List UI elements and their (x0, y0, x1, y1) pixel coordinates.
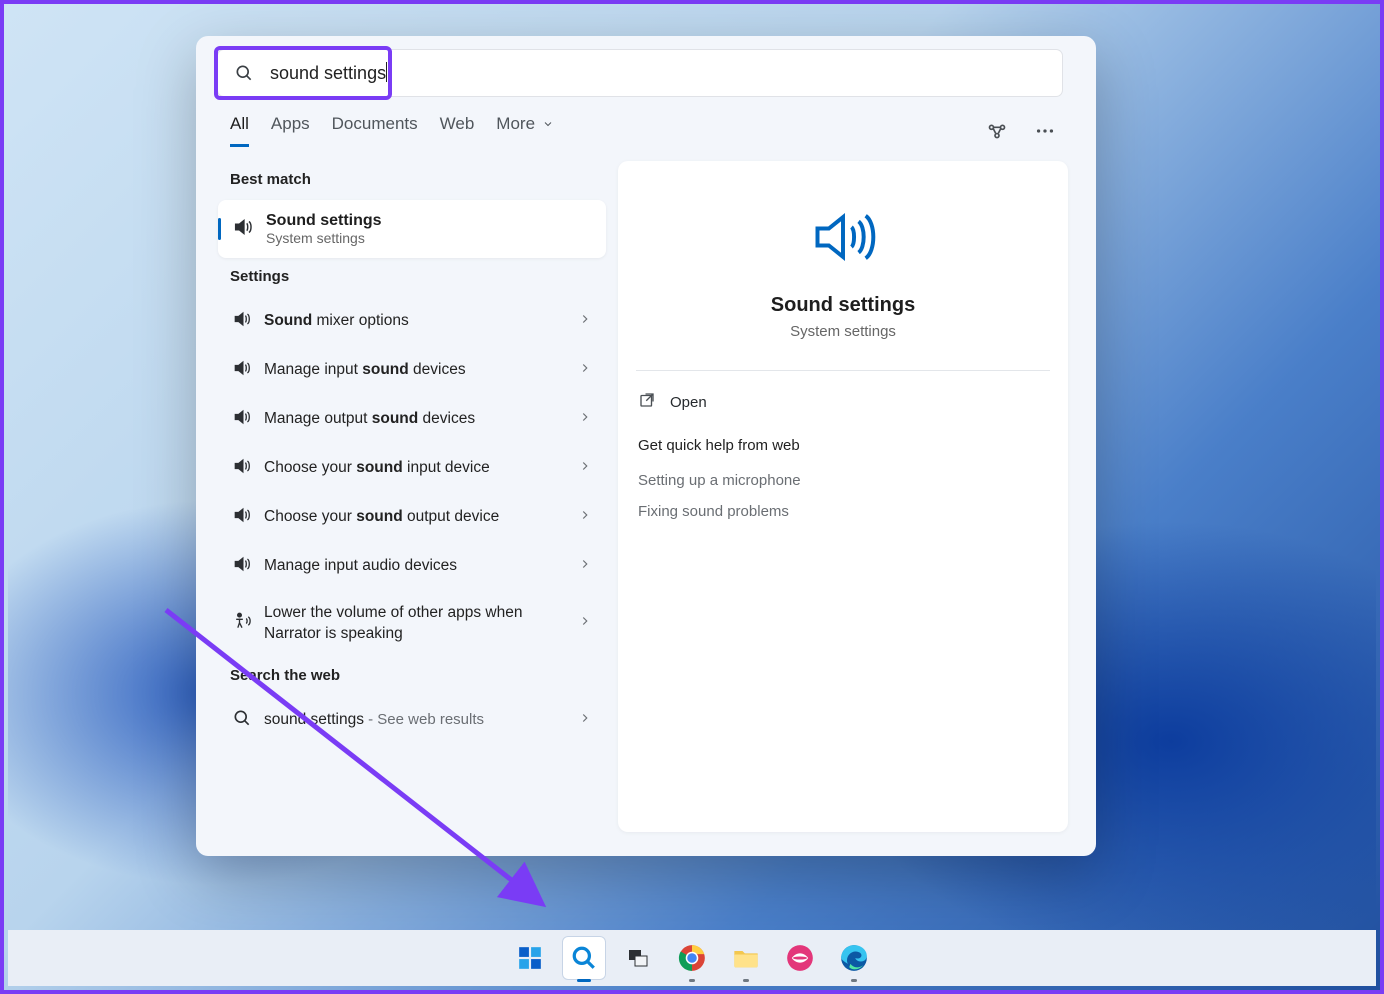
tab-documents[interactable]: Documents (332, 114, 418, 147)
speaker-icon (232, 358, 252, 383)
open-label: Open (670, 394, 707, 411)
best-match-title: Sound settings (266, 212, 382, 230)
search-icon (218, 63, 270, 83)
settings-heading: Settings (218, 258, 606, 297)
chevron-right-icon (578, 312, 592, 331)
taskbar-lips-app[interactable] (778, 936, 822, 980)
result-text: Manage output sound devices (264, 409, 566, 430)
taskbar-chrome[interactable] (670, 936, 714, 980)
taskbar (8, 930, 1376, 986)
settings-result[interactable]: Sound mixer options (218, 297, 606, 346)
connections-icon[interactable] (984, 118, 1010, 144)
more-options-icon[interactable] (1032, 118, 1058, 144)
help-link[interactable]: Setting up a microphone (618, 464, 1068, 495)
best-match-result[interactable]: Sound settings System settings (218, 200, 606, 258)
chevron-right-icon (578, 614, 592, 633)
task-view-button[interactable] (616, 936, 660, 980)
filter-tabs: All Apps Documents Web More (196, 96, 1096, 147)
result-text: Lower the volume of other apps when Narr… (264, 603, 566, 645)
result-text: Choose your sound output device (264, 507, 566, 528)
result-preview-pane: Sound settings System settings Open Get … (618, 161, 1068, 832)
open-action[interactable]: Open (618, 381, 1068, 423)
result-text: Sound mixer options (264, 311, 566, 332)
speaker-icon (232, 456, 252, 481)
help-link[interactable]: Fixing sound problems (618, 495, 1068, 526)
accessibility-icon (232, 611, 252, 636)
best-match-subtitle: System settings (266, 230, 382, 246)
tab-apps[interactable]: Apps (271, 114, 310, 147)
speaker-icon (232, 554, 252, 579)
settings-result[interactable]: Choose your sound output device (218, 493, 606, 542)
tab-all[interactable]: All (230, 114, 249, 147)
chevron-right-icon (578, 410, 592, 429)
best-match-heading: Best match (218, 161, 606, 200)
tab-web[interactable]: Web (440, 114, 475, 147)
start-search-panel: sound settings All Apps Documents Web Mo… (196, 36, 1096, 856)
chevron-right-icon (578, 508, 592, 527)
result-text: Manage input sound devices (264, 360, 566, 381)
search-input[interactable]: sound settings (270, 62, 1050, 84)
start-button[interactable] (508, 936, 552, 980)
preview-title: Sound settings (771, 294, 915, 317)
speaker-icon (804, 203, 882, 276)
settings-result[interactable]: Choose your sound input device (218, 444, 606, 493)
taskbar-file-explorer[interactable] (724, 936, 768, 980)
search-web-heading: Search the web (218, 657, 606, 696)
taskbar-edge[interactable] (832, 936, 876, 980)
quick-help-heading: Get quick help from web (618, 423, 1068, 464)
settings-result[interactable]: Manage input audio devices (218, 542, 606, 591)
search-bar[interactable]: sound settings (218, 50, 1062, 96)
tab-more[interactable]: More (496, 114, 553, 147)
preview-subtitle: System settings (790, 323, 896, 340)
speaker-icon (232, 505, 252, 530)
divider (636, 370, 1050, 371)
open-icon (638, 391, 656, 413)
chevron-right-icon (578, 361, 592, 380)
speaker-icon (232, 216, 254, 243)
result-text: Manage input audio devices (264, 556, 566, 577)
speaker-icon (232, 407, 252, 432)
results-list: Best match Sound settings System setting… (218, 161, 606, 832)
settings-result[interactable]: Manage input sound devices (218, 346, 606, 395)
taskbar-search-button[interactable] (562, 936, 606, 980)
web-search-result[interactable]: sound settings - See web results (218, 696, 606, 745)
result-text: Choose your sound input device (264, 458, 566, 479)
search-icon (232, 708, 252, 733)
chevron-right-icon (578, 557, 592, 576)
settings-result[interactable]: Manage output sound devices (218, 395, 606, 444)
speaker-icon (232, 309, 252, 334)
settings-result[interactable]: Lower the volume of other apps when Narr… (218, 591, 606, 657)
chevron-right-icon (578, 459, 592, 478)
chevron-right-icon (578, 711, 592, 730)
